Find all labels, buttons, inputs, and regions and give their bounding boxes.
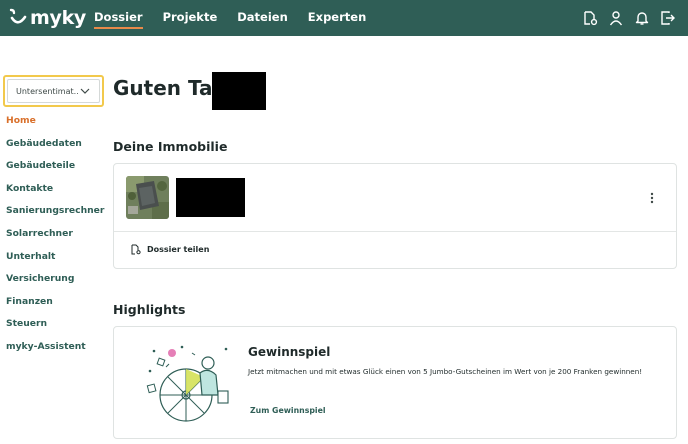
- highlight-card: Gewinnspiel Jetzt mitmachen und mit etwa…: [113, 326, 677, 439]
- property-selector[interactable]: Untersentimat...: [3, 75, 104, 107]
- card-divider: [114, 231, 676, 232]
- top-icon-group: [574, 8, 678, 28]
- share-dossier-button[interactable]: Dossier teilen: [131, 244, 209, 255]
- raffle-illustration: [146, 345, 229, 422]
- logo-text: myky: [30, 7, 87, 29]
- aerial-photo-image: [126, 176, 169, 219]
- dossier-share-icon: [131, 244, 141, 255]
- more-options-icon[interactable]: [650, 192, 654, 204]
- nav-item-experten[interactable]: Experten: [308, 0, 366, 36]
- sidebar-item-versicherung[interactable]: Versicherung: [6, 272, 104, 295]
- sidebar-item-finanzen[interactable]: Finanzen: [6, 295, 104, 318]
- sidebar-item-gebaeudedaten[interactable]: Gebäudedaten: [6, 137, 104, 160]
- sidebar-item-myky-assistent[interactable]: myky-Assistent: [6, 340, 104, 363]
- sidebar-item-gebaeudeteile[interactable]: Gebäudeteile: [6, 159, 104, 182]
- page-title: Guten Tag: [113, 76, 227, 100]
- sidebar-item-sanierungsrechner[interactable]: Sanierungsrechner: [6, 204, 104, 227]
- nav-item-projekte[interactable]: Projekte: [163, 0, 218, 36]
- highlights-heading: Highlights: [113, 302, 186, 317]
- highlight-link[interactable]: Zum Gewinnspiel: [250, 406, 326, 415]
- property-thumbnail[interactable]: [126, 176, 169, 219]
- highlight-description: Jetzt mitmachen und mit etwas Glück eine…: [248, 367, 643, 376]
- user-icon[interactable]: [606, 8, 626, 28]
- dossier-share-icon[interactable]: [580, 8, 600, 28]
- sidebar-item-steuern[interactable]: Steuern: [6, 317, 104, 340]
- property-section-heading: Deine Immobilie: [113, 139, 228, 154]
- sidebar-item-unterhalt[interactable]: Unterhalt: [6, 250, 104, 273]
- redacted-user-name: [212, 72, 266, 110]
- chevron-down-icon: [80, 88, 90, 94]
- top-navigation-bar: myky Dossier Projekte Dateien Experten: [0, 0, 688, 36]
- sidebar-nav: Home Gebäudedaten Gebäudeteile Kontakte …: [6, 114, 104, 363]
- sidebar-item-home[interactable]: Home: [6, 114, 104, 137]
- myky-logo[interactable]: myky: [9, 6, 86, 30]
- sidebar-item-solarrechner[interactable]: Solarrechner: [6, 227, 104, 250]
- main-nav: Dossier Projekte Dateien Experten: [94, 0, 386, 36]
- property-card: Dossier teilen: [113, 163, 677, 269]
- logout-icon[interactable]: [658, 8, 678, 28]
- highlight-title: Gewinnspiel: [248, 345, 331, 359]
- bell-icon[interactable]: [632, 8, 652, 28]
- nav-item-dateien[interactable]: Dateien: [237, 0, 288, 36]
- redacted-property-address: [176, 178, 245, 217]
- share-dossier-label: Dossier teilen: [147, 245, 210, 254]
- property-select-box[interactable]: Untersentimat...: [7, 79, 100, 103]
- property-select-value: Untersentimat...: [16, 86, 79, 96]
- sidebar-item-kontakte[interactable]: Kontakte: [6, 182, 104, 205]
- myky-logo-icon: [9, 8, 27, 24]
- nav-item-dossier[interactable]: Dossier: [94, 0, 143, 36]
